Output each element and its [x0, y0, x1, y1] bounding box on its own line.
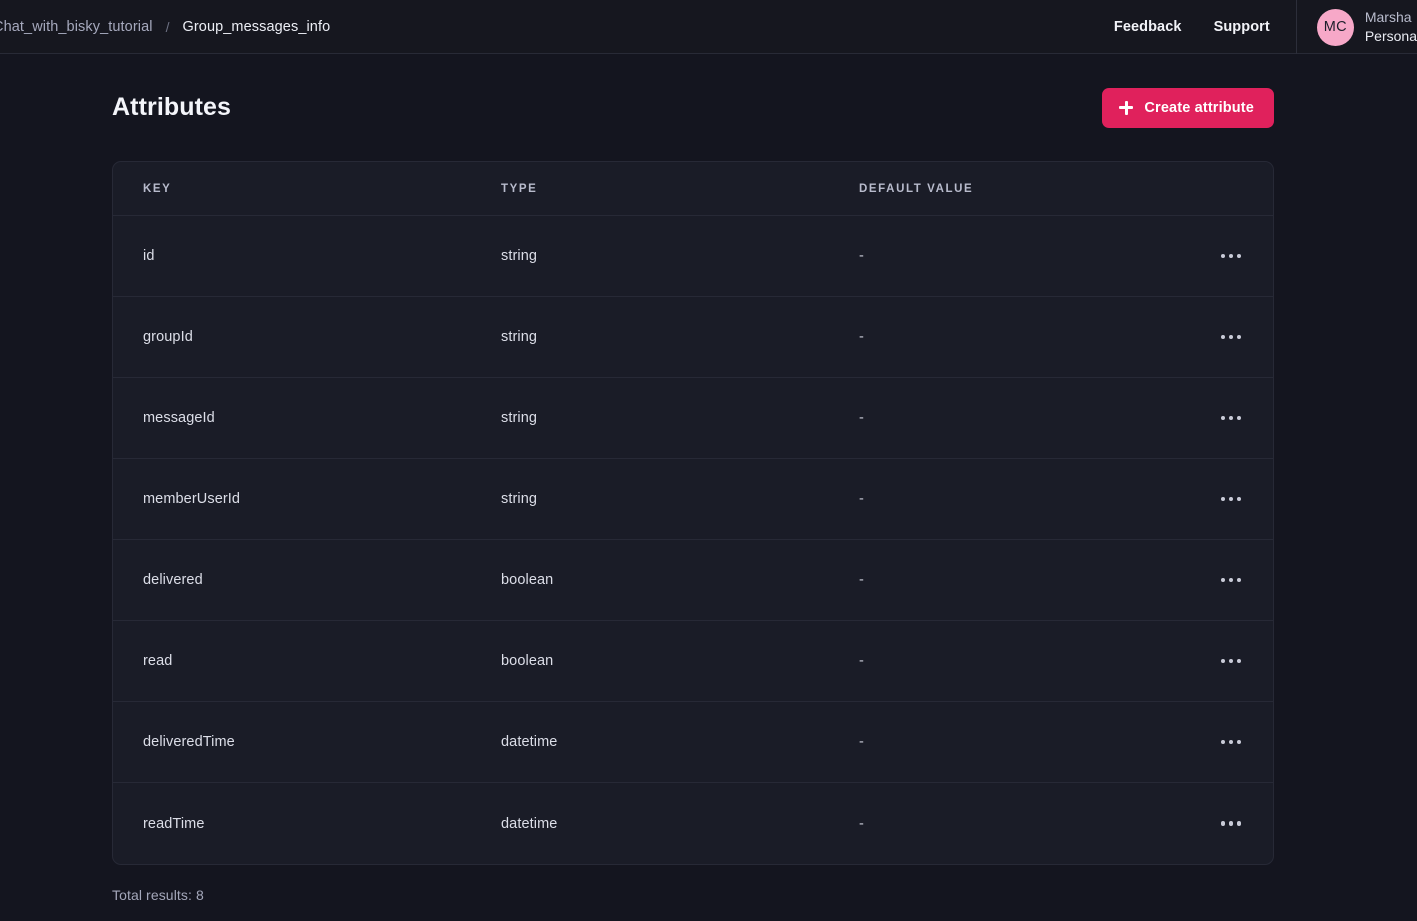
attributes-table: KEY TYPE DEFAULT VALUE id string - groupId s…: [112, 161, 1274, 865]
table-row[interactable]: memberUserId string -: [113, 459, 1273, 540]
cell-type: datetime: [501, 734, 558, 750]
cell-default-value: -: [859, 734, 864, 750]
cell-type: string: [501, 410, 538, 426]
create-attribute-label: Create attribute: [1144, 99, 1254, 116]
cell-key: deliveredTime: [143, 734, 235, 750]
cell-default-value: -: [859, 491, 864, 507]
breadcrumb-current[interactable]: Group_messages_info: [182, 19, 330, 35]
more-horizontal-icon[interactable]: [1219, 653, 1244, 670]
user-account-menu[interactable]: MC Marsha Persona: [1297, 0, 1417, 54]
table-row[interactable]: messageId string -: [113, 378, 1273, 459]
topbar-right-group: Feedback Support MC Marsha Persona: [1114, 0, 1417, 54]
table-row[interactable]: deliveredTime datetime -: [113, 702, 1273, 783]
cell-default-value: -: [859, 329, 864, 345]
column-header-key: KEY: [143, 182, 172, 195]
more-horizontal-icon[interactable]: [1219, 248, 1244, 265]
cell-key: id: [143, 248, 155, 264]
cell-default-value: -: [859, 572, 864, 588]
breadcrumb-parent[interactable]: Chat_with_bisky_tutorial: [0, 19, 153, 35]
cell-type: boolean: [501, 653, 554, 669]
cell-key: delivered: [143, 572, 203, 588]
cell-type: string: [501, 329, 538, 345]
cell-key: read: [143, 653, 173, 669]
create-attribute-button[interactable]: Create attribute: [1102, 87, 1274, 128]
row-actions: [1183, 329, 1243, 346]
column-header-type: TYPE: [501, 182, 538, 195]
page-header: Attributes Create attribute: [0, 54, 1417, 161]
more-horizontal-icon[interactable]: [1219, 815, 1244, 832]
table-header-row: KEY TYPE DEFAULT VALUE: [113, 162, 1273, 216]
cell-default-value: -: [859, 410, 864, 426]
cell-type: datetime: [501, 815, 558, 832]
plus-icon: [1119, 100, 1134, 115]
breadcrumb: Chat_with_bisky_tutorial / Group_message…: [0, 19, 330, 35]
more-horizontal-icon[interactable]: [1219, 491, 1244, 508]
more-horizontal-icon[interactable]: [1219, 734, 1244, 751]
user-organization: Persona: [1364, 28, 1417, 44]
cell-default-value: -: [859, 653, 864, 669]
row-actions: [1183, 248, 1243, 265]
cell-key: readTime: [143, 815, 205, 832]
cell-type: string: [501, 248, 538, 264]
table-row[interactable]: readTime datetime -: [113, 783, 1273, 864]
table-row[interactable]: read boolean -: [113, 621, 1273, 702]
user-text: Marsha Persona: [1365, 8, 1417, 46]
more-horizontal-icon[interactable]: [1219, 329, 1244, 346]
row-actions: [1183, 572, 1243, 589]
cell-type: boolean: [501, 572, 554, 588]
cell-default-value: -: [859, 815, 864, 832]
top-header-bar: Chat_with_bisky_tutorial / Group_message…: [0, 0, 1417, 54]
row-actions: [1183, 410, 1243, 427]
more-horizontal-icon[interactable]: [1219, 410, 1244, 427]
cell-type: string: [501, 491, 538, 507]
table-row[interactable]: id string -: [113, 216, 1273, 297]
cell-key: memberUserId: [143, 491, 241, 507]
cell-default-value: -: [859, 248, 864, 264]
cell-key: messageId: [143, 410, 215, 426]
column-header-default-value: DEFAULT VALUE: [859, 182, 974, 195]
row-actions: [1183, 491, 1243, 508]
table-row[interactable]: delivered boolean -: [113, 540, 1273, 621]
row-actions: [1183, 653, 1243, 670]
user-name: Marsha: [1364, 9, 1412, 26]
row-actions: [1183, 815, 1243, 832]
table-row[interactable]: groupId string -: [113, 297, 1273, 378]
row-actions: [1183, 734, 1243, 751]
more-horizontal-icon[interactable]: [1219, 572, 1244, 589]
feedback-link[interactable]: Feedback: [1114, 19, 1182, 35]
support-link[interactable]: Support: [1214, 19, 1270, 35]
avatar: MC: [1316, 8, 1354, 46]
table-body: id string - groupId string - messageId string - m…: [113, 216, 1273, 864]
total-results-label: Total results: 8: [112, 887, 204, 903]
topbar-links: Feedback Support: [1114, 0, 1296, 54]
page-content: Attributes Create attribute KEY TYPE DEF…: [0, 54, 1417, 903]
breadcrumb-separator: /: [165, 18, 170, 35]
page-title: Attributes: [112, 93, 232, 121]
cell-key: groupId: [143, 329, 193, 345]
